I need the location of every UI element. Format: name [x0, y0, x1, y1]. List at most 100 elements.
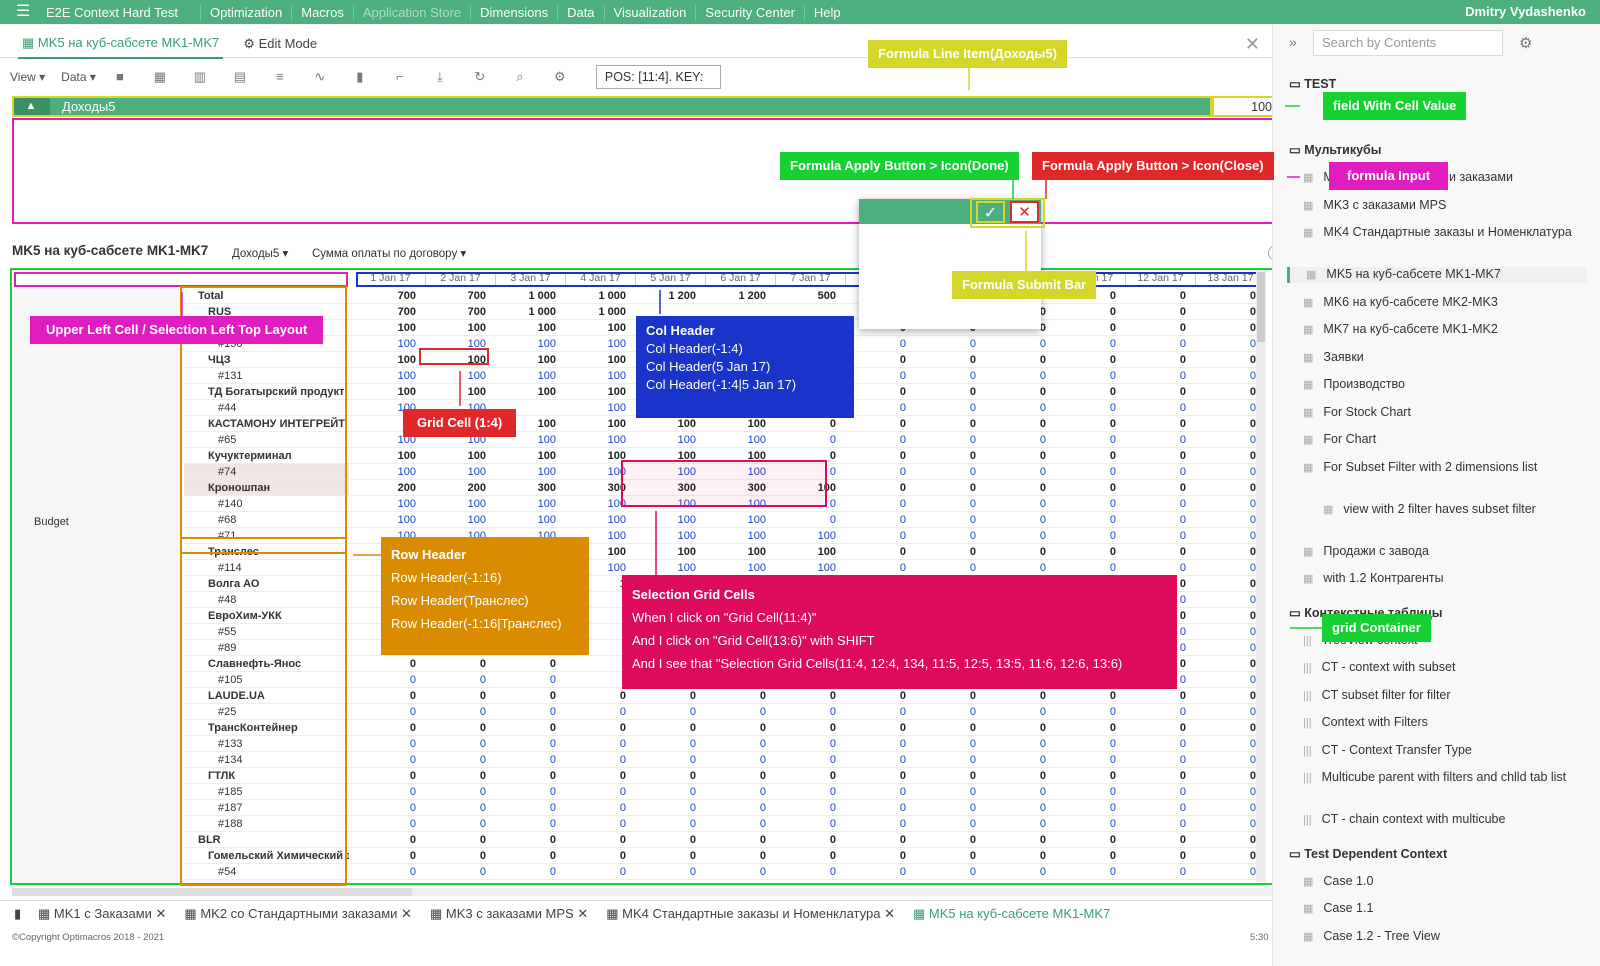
- grid-cell[interactable]: 0: [490, 656, 560, 672]
- bottom-tab-4[interactable]: ▦ MK4 Стандартные заказы и Номенклатура …: [606, 906, 895, 922]
- grid-cell[interactable]: 0: [1120, 880, 1190, 883]
- scroll-thumb[interactable]: [1257, 272, 1265, 342]
- gear-icon[interactable]: ⚙: [1519, 34, 1532, 52]
- grid-cell[interactable]: 0: [490, 688, 560, 704]
- grid-cell[interactable]: 0: [420, 736, 490, 752]
- grid-cell[interactable]: 0: [840, 784, 910, 800]
- menu-security-center[interactable]: Security Center: [695, 4, 804, 20]
- grid-cell[interactable]: 100: [560, 464, 630, 480]
- grid-cell[interactable]: 0: [630, 752, 700, 768]
- grid-cell[interactable]: 0: [770, 848, 840, 864]
- position-field[interactable]: POS: [11:4]. KEY:: [595, 65, 721, 89]
- grid-cell[interactable]: 100: [560, 432, 630, 448]
- sidebar-item[interactable]: ||| CT - context with subset: [1303, 660, 1593, 676]
- grid-cell[interactable]: 0: [840, 480, 910, 496]
- sidebar-item[interactable]: ▦ Case 1.2 - Tree View: [1303, 929, 1593, 945]
- download-icon[interactable]: ⤓: [432, 70, 448, 84]
- sidebar-item[interactable]: ||| CT - Context Transfer Type: [1303, 743, 1593, 759]
- grid-cell[interactable]: 0: [840, 432, 910, 448]
- grid-cell[interactable]: 0: [560, 720, 630, 736]
- grid-cell[interactable]: 0: [490, 704, 560, 720]
- grid-cell[interactable]: 0: [1120, 720, 1190, 736]
- grid-cell[interactable]: 0: [420, 784, 490, 800]
- grid-cell[interactable]: 0: [910, 704, 980, 720]
- grid-cell[interactable]: 100: [700, 512, 770, 528]
- sidebar-item[interactable]: ▦ MK3 с заказами MPS: [1303, 198, 1593, 214]
- grid-cell[interactable]: 0: [770, 752, 840, 768]
- grid-cell[interactable]: 100: [490, 320, 560, 336]
- grid-cell[interactable]: 100: [350, 464, 420, 480]
- grid-cell[interactable]: 0: [700, 832, 770, 848]
- rows-icon[interactable]: ▤: [232, 70, 248, 84]
- grid-cell[interactable]: 0: [980, 832, 1050, 848]
- grid-cell[interactable]: 0: [1120, 560, 1190, 576]
- grid-cell[interactable]: 0: [350, 848, 420, 864]
- grid-cell[interactable]: 0: [1120, 496, 1190, 512]
- grid-cell[interactable]: 0: [420, 816, 490, 832]
- grid-cell[interactable]: 100: [350, 320, 420, 336]
- grid-cell[interactable]: 0: [910, 432, 980, 448]
- grid-cell[interactable]: 0: [1120, 784, 1190, 800]
- grid-cell[interactable]: 0: [980, 720, 1050, 736]
- grid-cell[interactable]: 0: [1050, 880, 1120, 883]
- sidebar-section[interactable]: ▭ TEST: [1289, 76, 1336, 91]
- grid-cell[interactable]: 0: [770, 864, 840, 880]
- sidebar-item[interactable]: ▦ MK6 на куб-сабсете MK2-MK3: [1303, 295, 1593, 311]
- grid-cell[interactable]: 0: [910, 560, 980, 576]
- grid-cell[interactable]: 0: [420, 720, 490, 736]
- grid-cell[interactable]: 0: [770, 784, 840, 800]
- grid-cell[interactable]: 0: [980, 736, 1050, 752]
- upper-left-cell[interactable]: [14, 272, 348, 287]
- grid-cell[interactable]: 0: [1050, 384, 1120, 400]
- grid-cell[interactable]: 0: [350, 720, 420, 736]
- grid-cell[interactable]: 0: [560, 880, 630, 883]
- sidebar-section[interactable]: ▭ Мультикубы: [1289, 142, 1381, 157]
- sidebar-section[interactable]: ▭ Test Dependent Context: [1289, 846, 1447, 861]
- grid-cell[interactable]: 0: [980, 464, 1050, 480]
- grid-cell[interactable]: 1 200: [630, 288, 700, 304]
- grid-cell[interactable]: 0: [1190, 416, 1260, 432]
- grid-cell[interactable]: 0: [350, 752, 420, 768]
- grid-cell[interactable]: 0: [980, 688, 1050, 704]
- grid-cell[interactable]: 0: [630, 704, 700, 720]
- grid-cell[interactable]: 0: [490, 832, 560, 848]
- grid-cell[interactable]: 0: [1190, 528, 1260, 544]
- grid-cell[interactable]: 0: [1050, 768, 1120, 784]
- grid-cell[interactable]: 100: [630, 528, 700, 544]
- grid-cell[interactable]: 0: [350, 672, 420, 688]
- grid-cell[interactable]: 700: [420, 304, 490, 320]
- grid-cell[interactable]: 100: [560, 448, 630, 464]
- grid-cell[interactable]: 100: [420, 384, 490, 400]
- grid-cell[interactable]: 0: [1120, 512, 1190, 528]
- grid-cell[interactable]: 0: [840, 832, 910, 848]
- grid-cell[interactable]: 0: [840, 416, 910, 432]
- grid-cell[interactable]: 0: [1050, 544, 1120, 560]
- menu-data[interactable]: Data: [557, 4, 603, 20]
- grid-cell[interactable]: 0: [490, 720, 560, 736]
- grid-cell[interactable]: 100: [490, 496, 560, 512]
- grid-cell[interactable]: 0: [840, 768, 910, 784]
- sidebar-item[interactable]: ▦ Case 1.1: [1303, 901, 1593, 917]
- grid-cell[interactable]: 0: [630, 784, 700, 800]
- grid-cell[interactable]: 0: [350, 864, 420, 880]
- grid-cell[interactable]: 0: [1120, 848, 1190, 864]
- grid-cell[interactable]: 0: [1050, 736, 1120, 752]
- grid-cell[interactable]: 0: [1050, 352, 1120, 368]
- grid-cell[interactable]: 0: [1190, 688, 1260, 704]
- close-icon[interactable]: ✕: [1245, 34, 1260, 55]
- grid-cell[interactable]: 100: [420, 512, 490, 528]
- grid-cell[interactable]: 0: [840, 752, 910, 768]
- sort-icon[interactable]: ≡: [272, 70, 288, 84]
- grid-cell[interactable]: 0: [560, 816, 630, 832]
- grid-cell[interactable]: 0: [910, 848, 980, 864]
- grid-cell[interactable]: 0: [1050, 528, 1120, 544]
- grid-cell[interactable]: 0: [1120, 336, 1190, 352]
- grid-cell[interactable]: 100: [490, 368, 560, 384]
- menu-macros[interactable]: Macros: [291, 4, 353, 20]
- grid-cell[interactable]: 0: [560, 864, 630, 880]
- grid-cell[interactable]: 0: [490, 736, 560, 752]
- bottom-tab-5[interactable]: ▦ MK5 на куб-сабсете MK1-MK7: [913, 906, 1110, 922]
- grid-cell[interactable]: 0: [980, 848, 1050, 864]
- grid-cell[interactable]: 100: [560, 336, 630, 352]
- grid-cell[interactable]: 0: [560, 848, 630, 864]
